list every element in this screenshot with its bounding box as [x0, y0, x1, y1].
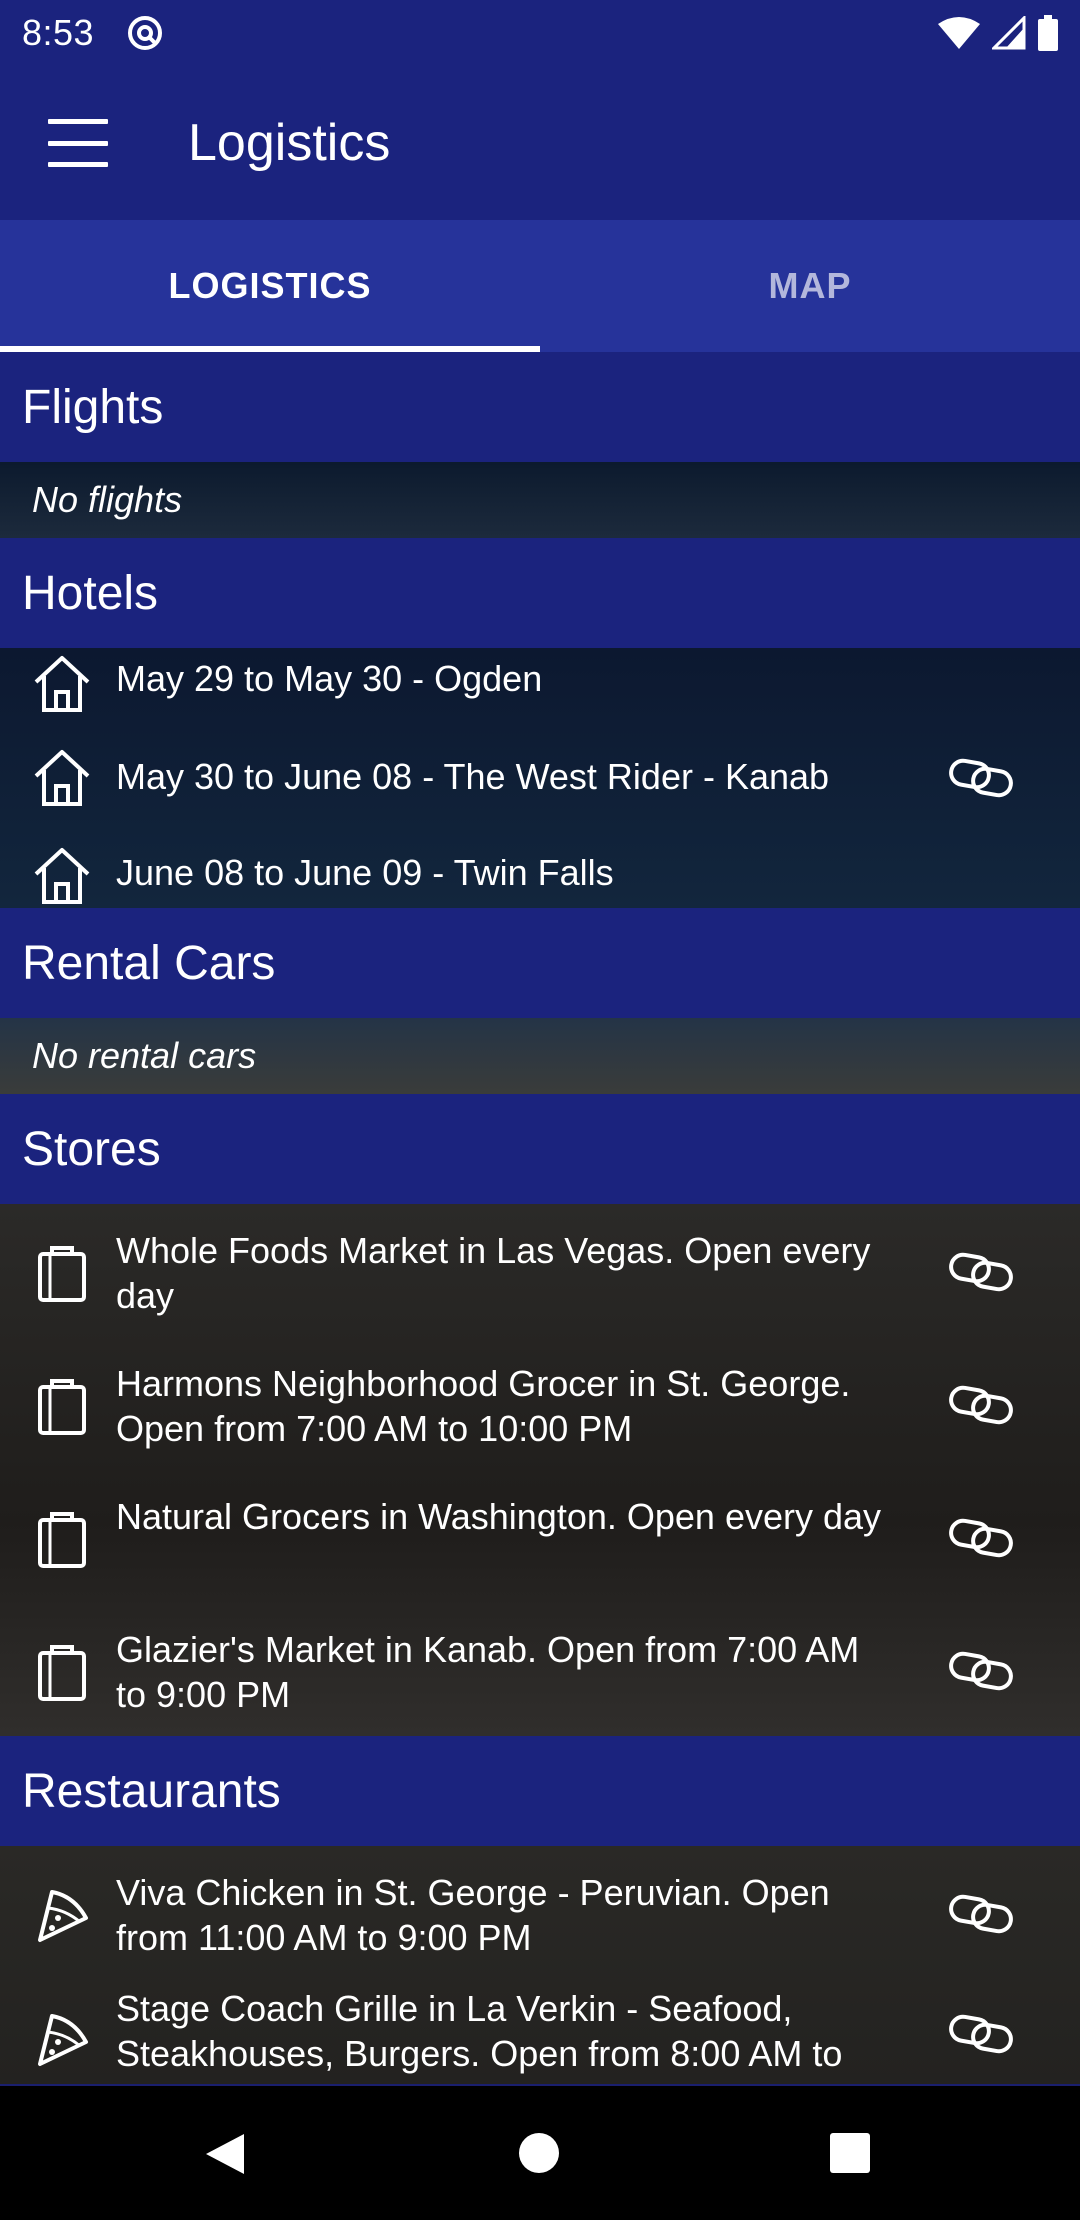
shopping-bag-icon — [38, 1512, 86, 1568]
shopping-bag-icon — [38, 1379, 86, 1435]
cellular-signal-icon — [992, 16, 1026, 50]
hotel-item-text: June 08 to June 09 - Twin Falls — [116, 852, 614, 893]
home-icon[interactable] — [518, 2132, 560, 2174]
section-header-stores: Stores — [0, 1094, 1080, 1204]
tab-map[interactable]: MAP — [540, 220, 1080, 352]
store-item-text: Glazier's Market in Kanab. Open from 7:0… — [116, 1629, 860, 1715]
app-bar: Logistics — [0, 66, 1080, 220]
hotel-item-text: May 29 to May 30 - Ogden — [116, 658, 543, 699]
stores-list: Whole Foods Market in Las Vegas. Open ev… — [0, 1204, 1080, 1736]
status-bar: 8:53 — [0, 0, 1080, 66]
house-icon — [34, 750, 90, 806]
link-icon[interactable] — [948, 1250, 1014, 1294]
hotel-item[interactable]: May 30 to June 08 - The West Rider - Kan… — [0, 746, 1080, 810]
link-icon[interactable] — [948, 1516, 1014, 1560]
store-item-text: Whole Foods Market in Las Vegas. Open ev… — [116, 1230, 871, 1316]
hotel-item[interactable]: June 08 to June 09 - Twin Falls — [0, 844, 1080, 908]
link-icon[interactable] — [948, 756, 1014, 800]
page-title: Logistics — [188, 114, 391, 172]
pizza-slice-icon — [38, 2014, 88, 2066]
store-item-text: Natural Grocers in Washington. Open ever… — [116, 1496, 882, 1537]
store-item[interactable]: Harmons Neighborhood Grocer in St. Georg… — [0, 1361, 1080, 1451]
pizza-slice-icon — [38, 1890, 88, 1942]
status-time: 8:53 — [22, 12, 95, 53]
link-icon[interactable] — [948, 2012, 1014, 2056]
section-header-rental-cars: Rental Cars — [0, 908, 1080, 1018]
restaurants-list: Viva Chicken in St. George - Peruvian. O… — [0, 1846, 1080, 2084]
link-icon[interactable] — [948, 1892, 1014, 1936]
battery-icon — [1038, 15, 1058, 51]
sync-status-icon — [128, 16, 163, 50]
restaurant-item-text: Viva Chicken in St. George - Peruvian. O… — [116, 1872, 830, 1958]
wifi-icon — [938, 17, 980, 49]
house-icon — [34, 656, 90, 712]
hotel-item-text: May 30 to June 08 - The West Rider - Kan… — [116, 756, 830, 797]
logistics-list[interactable]: Flights No flights Hotels May 29 to May … — [0, 352, 1080, 2086]
house-icon — [34, 848, 90, 904]
shopping-bag-icon — [38, 1246, 86, 1302]
store-item[interactable]: Glazier's Market in Kanab. Open from 7:0… — [0, 1627, 1080, 1717]
restaurant-item[interactable]: Viva Chicken in St. George - Peruvian. O… — [0, 1870, 1080, 1960]
store-item-text: Harmons Neighborhood Grocer in St. Georg… — [116, 1363, 851, 1449]
back-icon[interactable] — [204, 2132, 246, 2176]
flights-empty-text: No flights — [0, 462, 1080, 538]
tab-logistics[interactable]: LOGISTICS — [0, 220, 540, 352]
menu-icon[interactable] — [48, 119, 108, 167]
link-icon[interactable] — [948, 1383, 1014, 1427]
hotel-item[interactable]: May 29 to May 30 - Ogden — [0, 648, 1080, 712]
rental-cars-empty-text: No rental cars — [0, 1018, 1080, 1094]
section-header-restaurants: Restaurants — [0, 1736, 1080, 1846]
link-icon[interactable] — [948, 1649, 1014, 1693]
section-header-flights: Flights — [0, 352, 1080, 462]
store-item[interactable]: Whole Foods Market in Las Vegas. Open ev… — [0, 1228, 1080, 1318]
tab-bar: LOGISTICS MAP — [0, 220, 1080, 352]
restaurant-item-text: Stage Coach Grille in La Verkin - Seafoo… — [116, 1988, 843, 2084]
section-header-hotels: Hotels — [0, 538, 1080, 648]
restaurant-item[interactable]: Stage Coach Grille in La Verkin - Seafoo… — [0, 1986, 1080, 2084]
hotels-list: May 29 to May 30 - Ogden May 30 to June … — [0, 648, 1080, 908]
system-navigation-bar — [0, 2086, 1080, 2220]
recents-icon[interactable] — [829, 2132, 871, 2174]
shopping-bag-icon — [38, 1645, 86, 1701]
store-item[interactable]: Natural Grocers in Washington. Open ever… — [0, 1494, 1080, 1584]
